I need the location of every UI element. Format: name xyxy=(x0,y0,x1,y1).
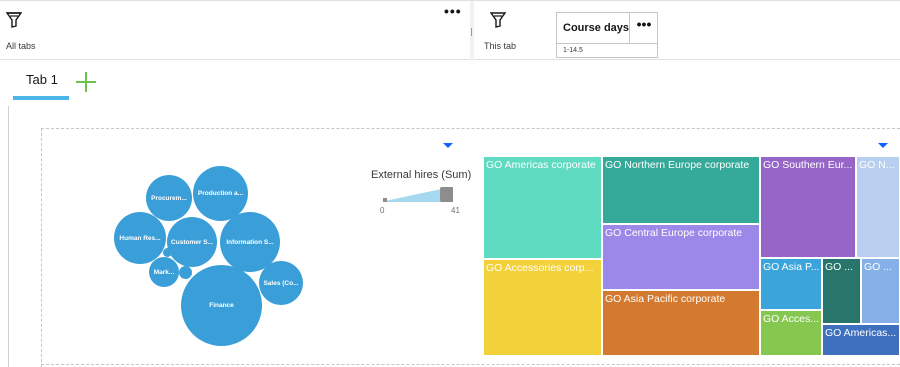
tile-label: GO Americas corporate xyxy=(486,159,596,171)
filter-chip-menu-button[interactable]: ••• xyxy=(629,13,658,43)
slider-min-handle[interactable] xyxy=(383,198,387,202)
more-options-icon[interactable]: ••• xyxy=(444,4,462,18)
tile-label: GO ... xyxy=(864,261,893,273)
tab-1[interactable]: Tab 1 xyxy=(13,70,69,100)
bubble-label: Customer S... xyxy=(171,238,213,246)
splitter-grip-icon[interactable] xyxy=(471,28,473,36)
bubble-label: Human Res... xyxy=(119,234,161,242)
treemap-tile[interactable]: GO ... xyxy=(861,258,900,324)
all-tabs-label: All tabs xyxy=(6,41,36,51)
tile-label: GO N... xyxy=(859,159,895,171)
bubble[interactable]: Mark... xyxy=(149,257,179,287)
tile-label: GO ... xyxy=(825,261,854,273)
filter-bar: All tabs ••• This tab Course days ••• 1-… xyxy=(0,0,900,61)
treemap-tile[interactable]: GO Asia Pacific corporate xyxy=(602,290,760,356)
treemap-chart[interactable]: GO Americas corporate GO Accessories cor… xyxy=(483,156,900,356)
bubble[interactable] xyxy=(163,248,172,257)
this-tab-label: This tab xyxy=(484,41,517,51)
slider-title: External hires (Sum) xyxy=(371,169,472,181)
bubble-label: Procurem... xyxy=(151,194,187,202)
bubble[interactable]: Procurem... xyxy=(146,175,192,221)
bubble[interactable]: Customer S... xyxy=(167,217,217,267)
canvas-edge xyxy=(8,106,9,367)
tile-label: GO Asia P... xyxy=(763,261,820,273)
bubble[interactable] xyxy=(179,266,192,279)
packed-bubble-chart[interactable]: Procurem... Production a... Human Res...… xyxy=(105,158,315,353)
widget-marker-icon[interactable] xyxy=(443,143,453,148)
treemap-tile[interactable]: GO Americas corporate xyxy=(483,156,602,259)
tile-label: GO Northern Europe corporate xyxy=(605,159,750,171)
tile-label: GO Central Europe corporate xyxy=(605,227,743,239)
bubble[interactable]: Human Res... xyxy=(114,212,166,264)
tile-label: GO Americas... xyxy=(825,327,897,339)
bubble-label: Production a... xyxy=(197,190,244,197)
tile-label: GO Southern Eur... xyxy=(763,159,853,171)
treemap-tile[interactable]: GO N... xyxy=(856,156,900,258)
treemap-tile[interactable]: GO ... xyxy=(822,258,861,324)
bubble-label: Information S... xyxy=(226,238,274,246)
active-tab-indicator xyxy=(13,96,69,100)
filter-chip-title: Course days xyxy=(563,22,630,34)
bubble-label: Sales (Co... xyxy=(263,279,299,287)
range-slider[interactable] xyxy=(383,186,453,203)
filter-icon[interactable] xyxy=(490,11,506,29)
bubble[interactable]: Finance xyxy=(181,265,262,346)
tile-label: GO Acces... xyxy=(763,313,820,325)
add-tab-plus-icon[interactable] xyxy=(75,71,97,93)
treemap-tile[interactable]: GO Acces... xyxy=(760,310,822,356)
widget-marker-icon[interactable] xyxy=(878,143,888,148)
treemap-tile[interactable]: GO Americas... xyxy=(822,324,900,356)
all-tabs-filter-area[interactable]: All tabs ••• xyxy=(0,1,470,61)
treemap-tile[interactable]: GO Northern Europe corporate xyxy=(602,156,760,224)
slider-max-handle[interactable] xyxy=(440,187,453,202)
treemap-tile[interactable]: GO Asia P... xyxy=(760,258,822,310)
bubble-label: Mark... xyxy=(153,268,175,276)
tile-label: GO Asia Pacific corporate xyxy=(605,293,726,305)
course-days-filter-chip[interactable]: Course days ••• 1-14.5 xyxy=(556,12,658,58)
this-tab-filter-area[interactable]: This tab Course days ••• 1-14.5 xyxy=(474,1,900,61)
slider-max-label: 41 xyxy=(451,206,460,215)
filter-chip-value: 1-14.5 xyxy=(557,43,657,58)
slider-min-label: 0 xyxy=(380,206,385,215)
treemap-tile[interactable]: GO Central Europe corporate xyxy=(602,224,760,290)
treemap-tile[interactable]: GO Southern Eur... xyxy=(760,156,856,258)
canvas-bottom-edge xyxy=(41,364,900,365)
filter-icon[interactable] xyxy=(6,11,22,29)
bubble-label: Finance xyxy=(209,302,234,309)
tab-label: Tab 1 xyxy=(26,72,58,87)
treemap-tile[interactable]: GO Accessories corp... xyxy=(483,259,602,356)
tile-label: GO Accessories corp... xyxy=(486,262,594,274)
bubble[interactable]: Sales (Co... xyxy=(259,261,303,305)
